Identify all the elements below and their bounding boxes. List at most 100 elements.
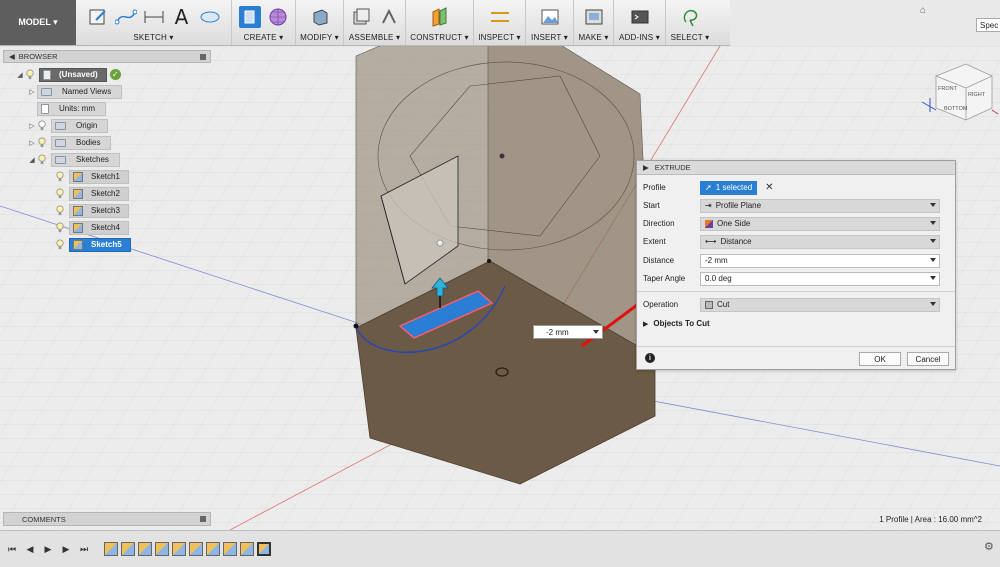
tree-root-row[interactable]: ◢ (Unsaved) ✓ bbox=[3, 66, 211, 83]
construct-group[interactable]: CONSTRUCT ▾ bbox=[406, 0, 474, 45]
go-to-start-icon[interactable]: ⏮ bbox=[6, 543, 18, 555]
extrude-icon[interactable] bbox=[238, 6, 261, 28]
lightbulb-icon[interactable] bbox=[37, 154, 47, 165]
spline-icon[interactable] bbox=[114, 6, 137, 28]
timeline-feature[interactable] bbox=[189, 542, 203, 556]
pin-icon[interactable] bbox=[200, 53, 206, 60]
timeline-feature[interactable] bbox=[223, 542, 237, 556]
expand-icon[interactable]: ◢ bbox=[27, 156, 37, 164]
lightbulb-icon[interactable] bbox=[55, 188, 65, 199]
ok-button[interactable]: OK bbox=[859, 352, 901, 366]
lightbulb-icon[interactable] bbox=[25, 69, 35, 80]
tree-item-box[interactable]: Sketch2 bbox=[69, 186, 129, 201]
gear-icon[interactable]: ⚙ bbox=[984, 540, 996, 553]
timeline-feature[interactable] bbox=[240, 542, 254, 556]
lightbulb-icon[interactable] bbox=[55, 205, 65, 216]
expand-icon[interactable]: ▷ bbox=[27, 122, 37, 130]
assemble-group[interactable]: ASSEMBLE ▾ bbox=[344, 0, 406, 45]
measure-icon[interactable] bbox=[489, 6, 511, 28]
info-icon[interactable]: i bbox=[645, 353, 655, 363]
dimension-icon[interactable] bbox=[143, 6, 165, 28]
scripts-icon[interactable] bbox=[629, 6, 651, 28]
tree-item-box[interactable]: Origin bbox=[51, 118, 109, 133]
chevron-down-icon[interactable] bbox=[593, 330, 599, 334]
inspect-group[interactable]: INSPECT ▾ bbox=[474, 0, 526, 45]
3d-print-icon[interactable] bbox=[583, 6, 605, 28]
objects-to-cut-row[interactable]: ▶ Objects To Cut bbox=[637, 316, 955, 331]
browser-header[interactable]: ◀ BROWSER bbox=[3, 50, 211, 63]
lightbulb-icon[interactable] bbox=[55, 239, 65, 250]
distance-manipulator-input[interactable]: -2 mm bbox=[533, 325, 603, 339]
play-icon[interactable]: ▶ bbox=[42, 543, 54, 555]
offset-plane-icon[interactable] bbox=[429, 6, 451, 28]
step-back-icon[interactable]: ◀ bbox=[24, 543, 36, 555]
select-group[interactable]: SELECT ▾ bbox=[666, 0, 714, 45]
tree-item-box[interactable]: Bodies bbox=[51, 135, 112, 150]
tree-item-sketch1[interactable]: Sketch1 bbox=[3, 168, 211, 185]
profile-selection-chip[interactable]: ➚ 1 selected bbox=[700, 180, 758, 195]
ellipse-icon[interactable] bbox=[199, 6, 221, 28]
tree-item-box[interactable]: Sketch3 bbox=[69, 203, 129, 218]
joint-icon[interactable] bbox=[378, 6, 400, 28]
timeline-feature[interactable] bbox=[138, 542, 152, 556]
insert-image-icon[interactable] bbox=[539, 6, 561, 28]
home-icon[interactable]: ⌂ bbox=[920, 5, 932, 17]
make-group[interactable]: MAKE ▾ bbox=[574, 0, 614, 45]
select-lasso-icon[interactable] bbox=[679, 6, 701, 28]
tree-item-box[interactable]: Sketches bbox=[51, 152, 120, 167]
clear-selection-icon[interactable]: ✕ bbox=[765, 182, 773, 193]
direction-select[interactable]: One Side bbox=[700, 216, 940, 231]
timeline-feature[interactable] bbox=[155, 542, 169, 556]
lightbulb-icon[interactable] bbox=[55, 222, 65, 233]
go-to-end-icon[interactable]: ⏭ bbox=[78, 543, 90, 555]
operation-select[interactable]: Cut bbox=[700, 297, 940, 312]
timeline-feature[interactable] bbox=[104, 542, 118, 556]
taper-angle-input[interactable]: 0.0 deg bbox=[700, 271, 940, 286]
tree-item-sketch3[interactable]: Sketch3 bbox=[3, 202, 211, 219]
extent-select[interactable]: ⟷ Distance bbox=[700, 234, 940, 249]
addins-group[interactable]: ADD-INS ▾ bbox=[614, 0, 666, 45]
timeline-feature-current[interactable] bbox=[257, 542, 271, 556]
tree-item-box[interactable]: Sketch1 bbox=[69, 169, 129, 184]
modify-group[interactable]: MODIFY ▾ bbox=[296, 0, 344, 45]
distance-input[interactable]: -2 mm bbox=[700, 253, 940, 268]
tree-item-sketches[interactable]: ◢ Sketches bbox=[3, 151, 211, 168]
sketch-group[interactable]: A SKETCH ▾ bbox=[76, 0, 232, 45]
insert-group[interactable]: INSERT ▾ bbox=[526, 0, 574, 45]
lightbulb-icon[interactable] bbox=[37, 120, 47, 131]
workspace-switcher-button[interactable]: MODEL ▾ bbox=[0, 0, 76, 45]
collapse-triangle-icon[interactable]: ▶ bbox=[643, 163, 649, 172]
tree-item-box-selected[interactable]: Sketch5 bbox=[69, 237, 131, 252]
create-group[interactable]: CREATE ▾ bbox=[232, 0, 296, 45]
lightbulb-icon[interactable] bbox=[55, 171, 65, 182]
tree-item-box[interactable]: Units: mm bbox=[37, 101, 106, 116]
step-forward-icon[interactable]: ▶ bbox=[60, 543, 72, 555]
form-icon[interactable] bbox=[267, 6, 289, 28]
create-sketch-icon[interactable] bbox=[87, 6, 109, 28]
tree-root-box[interactable]: (Unsaved) bbox=[39, 67, 107, 82]
tree-item-bodies[interactable]: ▷ Bodies bbox=[3, 134, 211, 151]
expand-triangle-icon[interactable]: ▶ bbox=[643, 320, 648, 328]
collapse-triangle-icon[interactable]: ◀ bbox=[9, 52, 15, 61]
start-select[interactable]: ⇥ Profile Plane bbox=[700, 198, 940, 213]
press-pull-icon[interactable] bbox=[309, 6, 331, 28]
tree-item-units[interactable]: Units: mm bbox=[3, 100, 211, 117]
timeline-feature[interactable] bbox=[121, 542, 135, 556]
pin-icon[interactable] bbox=[200, 516, 206, 522]
tree-item-sketch2[interactable]: Sketch2 bbox=[3, 185, 211, 202]
timeline-feature[interactable] bbox=[172, 542, 186, 556]
hex-body[interactable] bbox=[353, 46, 656, 485]
new-component-icon[interactable] bbox=[350, 6, 372, 28]
timeline-feature[interactable] bbox=[206, 542, 220, 556]
chevron-down-icon[interactable] bbox=[930, 257, 936, 262]
chevron-down-icon[interactable] bbox=[930, 275, 936, 280]
tree-item-sketch4[interactable]: Sketch4 bbox=[3, 219, 211, 236]
text-tool-icon[interactable]: A bbox=[171, 5, 193, 29]
tree-item-box[interactable]: Named Views bbox=[37, 84, 123, 99]
cancel-button[interactable]: Cancel bbox=[907, 352, 949, 366]
expand-icon[interactable]: ◢ bbox=[15, 71, 25, 79]
comments-bar[interactable]: COMMENTS bbox=[3, 512, 211, 526]
expand-icon[interactable]: ▷ bbox=[27, 88, 37, 96]
tree-item-named-views[interactable]: ▷ Named Views bbox=[3, 83, 211, 100]
lightbulb-icon[interactable] bbox=[37, 137, 47, 148]
